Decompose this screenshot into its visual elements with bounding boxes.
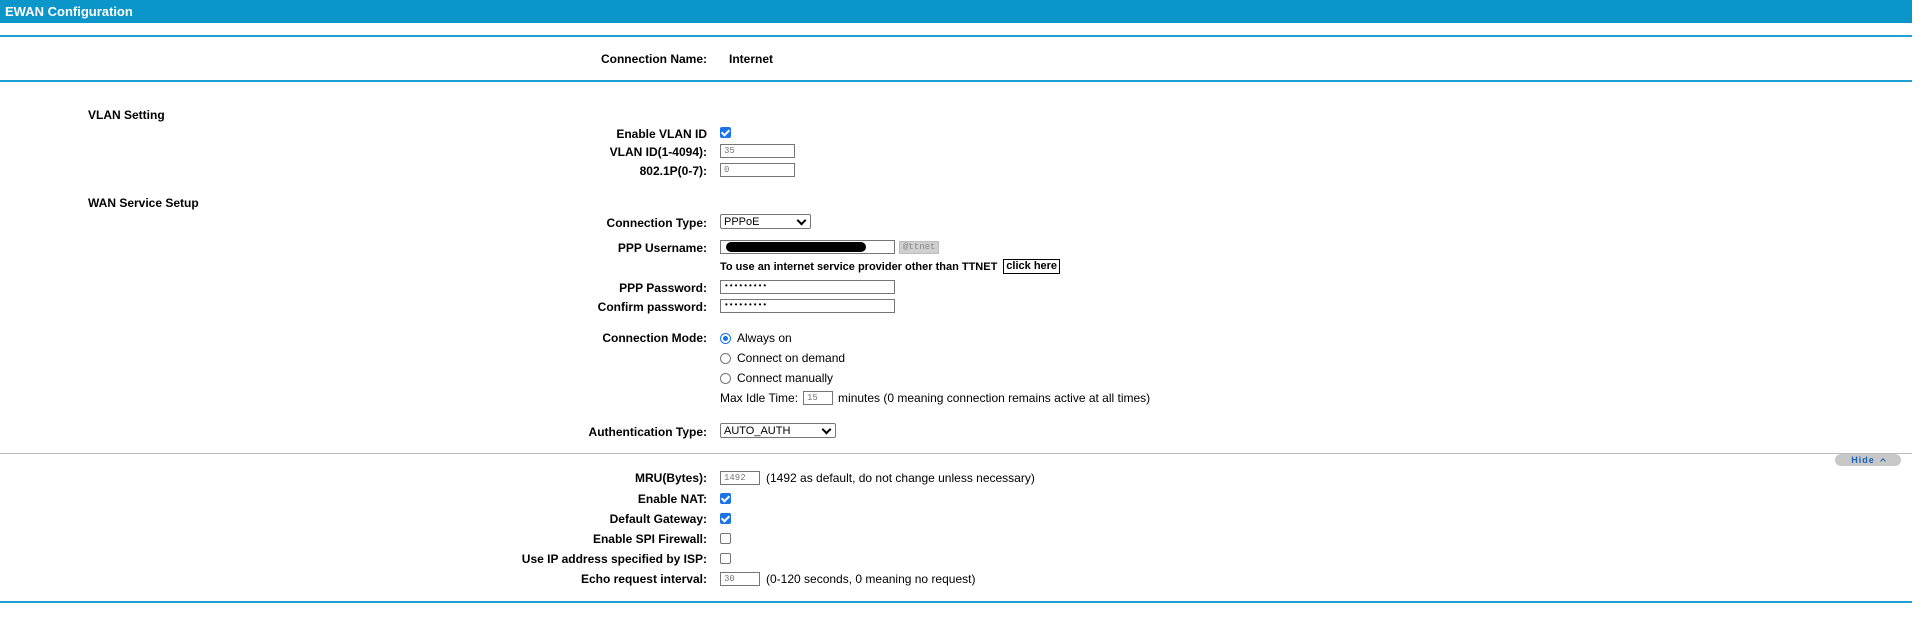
mru-input[interactable]: 1492	[720, 471, 760, 485]
echo-interval-note: (0-120 seconds, 0 meaning no request)	[766, 572, 976, 586]
radio-on-demand[interactable]	[720, 352, 731, 364]
ppp-password-label: PPP Password:	[619, 281, 707, 295]
vlan-priority-label: 802.1P(0-7):	[639, 164, 707, 178]
divider	[0, 601, 1912, 603]
mode-option-manual[interactable]: Connect manually	[720, 371, 833, 385]
connection-type-value: PPPoE	[724, 215, 760, 228]
max-idle-input[interactable]: 15	[803, 391, 834, 405]
enable-nat-checkbox[interactable]	[720, 493, 731, 504]
vlan-id-label: VLAN ID(1-4094):	[609, 145, 707, 159]
chevron-down-icon	[821, 424, 832, 434]
echo-interval-input[interactable]: 30	[720, 572, 760, 586]
mode-option-on-demand[interactable]: Connect on demand	[720, 351, 845, 365]
default-gateway-checkbox[interactable]	[720, 513, 731, 524]
hide-label: Hide	[1851, 455, 1875, 465]
isp-ip-label: Use IP address specified by ISP:	[521, 552, 707, 566]
vlan-priority-input[interactable]: 0	[720, 163, 795, 177]
enable-vlan-label: Enable VLAN ID	[616, 127, 707, 141]
isp-ip-checkbox[interactable]	[720, 553, 731, 564]
mode-option-label: Connect manually	[737, 371, 834, 385]
ppp-username-input[interactable]	[720, 240, 895, 254]
max-idle-note: minutes (0 meaning connection remains ac…	[838, 391, 1151, 405]
echo-interval-label: Echo request interval:	[580, 572, 707, 586]
spi-firewall-label: Enable SPI Firewall:	[592, 532, 707, 546]
redaction-mark	[726, 242, 866, 252]
radio-manual[interactable]	[720, 372, 731, 384]
connection-type-label: Connection Type:	[606, 216, 707, 230]
ppp-password-input[interactable]: •••••••••	[720, 280, 895, 294]
enable-nat-label: Enable NAT:	[637, 492, 707, 506]
mru-note: (1492 as default, do not change unless n…	[766, 471, 1035, 485]
max-idle-label: Max Idle Time:	[720, 391, 799, 405]
confirm-password-input[interactable]: •••••••••	[720, 299, 895, 313]
connection-type-select[interactable]: PPPoE	[720, 214, 811, 229]
chevron-up-icon	[1879, 458, 1886, 464]
mode-option-always-on[interactable]: Always on	[720, 331, 792, 345]
radio-always-on[interactable]	[720, 332, 731, 344]
enable-vlan-checkbox[interactable]	[720, 127, 731, 138]
spi-firewall-checkbox[interactable]	[720, 533, 731, 544]
auth-type-value: AUTO_AUTH	[724, 424, 791, 437]
default-gateway-label: Default Gateway:	[609, 512, 707, 526]
mode-option-label: Connect on demand	[737, 351, 846, 365]
chevron-down-icon	[796, 215, 807, 225]
mru-label: MRU(Bytes):	[635, 471, 707, 485]
mode-option-label: Always on	[737, 331, 792, 345]
auth-type-select[interactable]: AUTO_AUTH	[720, 423, 836, 438]
hide-advanced-button[interactable]: Hide	[1835, 454, 1901, 466]
auth-type-label: Authentication Type:	[588, 425, 707, 439]
wan-section-title: WAN Service Setup	[88, 196, 199, 210]
ppp-username-label: PPP Username:	[617, 241, 707, 255]
confirm-password-label: Confirm password:	[597, 300, 707, 314]
isp-note: To use an internet service provider othe…	[720, 260, 998, 273]
divider	[0, 453, 1912, 454]
ttnet-suffix-button[interactable]: @ttnet	[899, 240, 940, 254]
page-title: EWAN Configuration	[0, 0, 1912, 23]
divider	[0, 80, 1912, 82]
click-here-button[interactable]: click here	[1003, 259, 1061, 274]
divider	[0, 35, 1912, 37]
connection-mode-label: Connection Mode:	[602, 331, 707, 345]
connection-name-value: Internet	[729, 52, 774, 66]
vlan-id-input[interactable]: 35	[720, 144, 795, 158]
connection-name-label: Connection Name:	[600, 52, 707, 66]
vlan-section-title: VLAN Setting	[88, 108, 165, 122]
